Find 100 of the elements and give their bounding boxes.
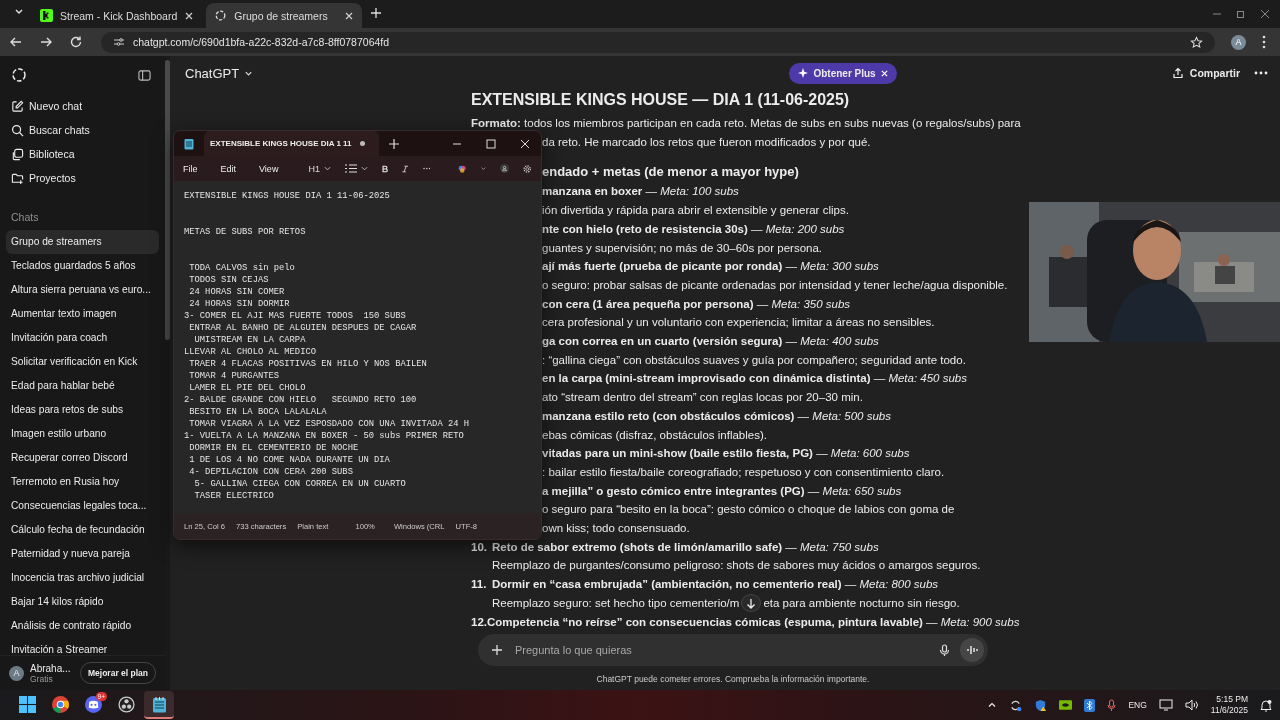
chat-history-item[interactable]: Recuperar correo Discord (6, 446, 159, 470)
chevron-up-icon[interactable] (987, 700, 998, 710)
microphone-icon[interactable] (939, 643, 950, 657)
notification-bell-icon[interactable] (1260, 698, 1272, 712)
chevron-down-icon (360, 165, 368, 172)
sidebar-menu-item[interactable]: Buscar chats (0, 118, 165, 142)
model-selector[interactable]: ChatGPT (185, 65, 254, 81)
restore-icon[interactable] (1236, 9, 1246, 19)
chat-history-item[interactable]: Terremoto en Rusia hoy (6, 470, 159, 494)
close-icon[interactable] (184, 10, 195, 21)
chatgpt-logo-icon[interactable] (11, 67, 27, 83)
user-avatar[interactable]: A (9, 665, 24, 681)
bold-icon[interactable] (381, 163, 389, 174)
get-plus-button[interactable]: Obtener Plus (789, 62, 897, 84)
site-settings-icon[interactable] (113, 36, 125, 48)
menu-item[interactable]: File (183, 163, 198, 174)
menu-item[interactable]: View (259, 163, 279, 174)
answer-text: : bailar estilo fiesta/baile coreografiado; respetuoso y con consentimiento claro. (542, 464, 945, 480)
arrow-down-icon (746, 597, 757, 609)
share-button[interactable]: Compartir (1171, 67, 1240, 79)
browser-tab[interactable]: Stream - Kick Dashboard (32, 3, 203, 28)
sidebar-menu-item[interactable]: Nuevo chat (0, 94, 165, 118)
chat-history-item[interactable]: Consecuencias legales toca... (6, 494, 159, 518)
sidebar-menu-item[interactable]: Proyectos (0, 166, 165, 190)
chat-history-item[interactable]: Edad para hablar bebé (6, 374, 159, 398)
more-icon[interactable] (1262, 35, 1266, 49)
windows-logo-icon (18, 695, 36, 713)
answer-text: Reto de sabor extremo (shots de limón/amarillo safe) — Meta: 750 subs (492, 539, 879, 555)
chat-history-item[interactable]: Análisis de contrato rápido (6, 614, 159, 638)
menu-item[interactable]: Edit (220, 163, 237, 174)
list-dropdown[interactable] (344, 164, 368, 173)
heading-dropdown[interactable]: H1 (308, 163, 331, 174)
answer-text: manzana estilo reto (con obstáculos cómicos) — Meta: 500 subs (542, 408, 891, 424)
chat-history-item[interactable]: Teclados guardados 5 años (6, 254, 159, 278)
language-indicator[interactable]: ENG (1128, 700, 1147, 710)
document-tab[interactable]: EXTENSIBLE KINGS HOUSE DIA 1 11 (204, 131, 379, 156)
sidebar-toggle-icon[interactable] (138, 68, 151, 82)
new-tab-icon[interactable] (370, 7, 383, 19)
close-icon[interactable] (344, 10, 355, 21)
chevron-down-icon (323, 165, 331, 172)
scroll-down-button[interactable] (741, 594, 762, 613)
sync-icon[interactable] (1009, 698, 1023, 712)
chat-history-item[interactable]: Invitación a Streamer (6, 638, 159, 655)
answer-heading: endado + metas (de menor a mayor hype) (542, 163, 799, 182)
list-number: 12. (471, 614, 487, 630)
search-icon (11, 123, 24, 137)
plus-icon[interactable] (491, 644, 503, 656)
taskbar-app[interactable] (144, 691, 174, 719)
chat-history-item[interactable]: Bajar 14 kilos rápido (6, 590, 159, 614)
bookmark-star-icon[interactable] (1190, 35, 1203, 49)
answer-text: con cera (1 área pequeña por persona) — Meta: 350 subs (542, 296, 851, 312)
browser-tab[interactable]: Grupo de streamers (206, 3, 363, 28)
message-field[interactable]: Pregunta lo que quieras (478, 634, 988, 666)
chat-history-item[interactable]: Imagen estilo urbano (6, 422, 159, 446)
chat-history-item[interactable]: Cálculo fecha de fecundación (6, 518, 159, 542)
microphone-icon[interactable] (1107, 698, 1117, 712)
new-tab-icon[interactable] (388, 138, 399, 149)
back-icon[interactable] (9, 35, 23, 49)
more-icon[interactable] (1254, 71, 1268, 75)
chat-history-item[interactable]: Altura sierra peruana vs euro... (6, 278, 159, 302)
chat-history-item[interactable]: Invitación para coach (6, 326, 159, 350)
address-bar[interactable]: chatgpt.com/c/690d1bfa-a22c-832d-a7c8-8ff0787064fd (101, 31, 1215, 53)
bluetooth-icon[interactable] (1084, 698, 1096, 712)
answer-text: Reemplazo seguro: set hecho tipo cementerio/m (492, 595, 740, 611)
chat-history-item[interactable]: Inocencia tras archivo judicial (6, 566, 159, 590)
answer-text: : “gallina ciega” con obstáculos suaves y guía por compañero; seguridad ante todo. (542, 352, 966, 368)
answer-text: ga con correa en un cuarto (versión segura) — Meta: 400 subs (542, 334, 879, 350)
maximize-icon[interactable] (486, 138, 496, 149)
shield-warning-icon[interactable] (1034, 698, 1048, 712)
section-title: Chats (10, 210, 40, 225)
upgrade-button[interactable]: Mejorar el plan (80, 662, 156, 684)
answer-text: a mejilla” o gesto cómico entre integrantes (PG) — Meta: 650 subs (542, 483, 902, 499)
sidebar-menu-item[interactable]: Biblioteca (0, 142, 165, 166)
reload-icon[interactable] (69, 35, 83, 49)
voice-mode-button[interactable] (960, 638, 984, 662)
message-input[interactable]: Pregunta lo que quieras (513, 643, 929, 657)
answer-text: nte con hielo (reto de resistencia 30s) — Meta: 200 subs (542, 221, 845, 237)
account-icon[interactable] (499, 162, 509, 175)
clock-date[interactable]: 11/6/2025 (1210, 705, 1248, 716)
chevron-down-icon[interactable] (480, 165, 486, 172)
answer-text: guantes y supervisión; no más de 30–60s por persona. (542, 240, 822, 256)
answer-text: eta para ambiente nocturno sin riesgo. (763, 595, 960, 611)
document-text[interactable]: EXTENSIBLE KINGS HOUSE DIA 1 11-06-2025 METAS DE SUBS POR RETOS TODA CALVOS sin pelo TODOS SIN CEJAS 24 HORAS SIN COMER 24 HORAS SIN DORMIR 3- COMER EL AJI MAS FUERTE TODOS 150 SUBS ENTRAR AL BANHO DE ALGUIEN DESPUES DE CAGAR UMISTREAM EN LA CARPA LLEVAR AL CHOLO AL MEDICO TRAER 4 FLACAS POSITIVAS EN HILO Y NOS BAILEN TOMAR 4 PURGANTES LAMER EL PIE DEL CHOLO 2- BALDE GRANDE CON HIELO SEGUNDO RETO 100 BESITO EN LA BOCA LALALALA TOMAR VIAGRA A LA VEZ ESPOSDADO CON UNA INVITADA 24 H 1- VUELTA A LA MANZANA EN BOXER - 50 subs PRIMER RETO DORMIR EN EL CEMENTERIO DE NOCHE 1 DE LOS 4 NO COME NADA DURANTE UN DIA 4- DEPILACION CON CERA 200 SUBS 5- GALLINA CIEGA CON CORREA EN UN CUARTO TASER ELECTRICO (174, 181, 480, 511)
answer-text: own kiss; todo consensuado. (542, 521, 690, 537)
chat-history-item[interactable]: Aumentar texto imagen (6, 302, 159, 326)
answer-text: manzana en boxer — Meta: 100 subs (542, 184, 739, 200)
answer-title: EXTENSIBLE KINGS HOUSE — DIA 1 (11-06-2025) (471, 90, 851, 110)
chat-history-item[interactable]: Solicitar verificación en Kick (6, 350, 159, 374)
forward-icon[interactable] (39, 35, 53, 49)
answer-text: ají más fuerte (prueba de picante por ronda) — Meta: 300 subs (542, 259, 879, 275)
chat-history-item[interactable]: Grupo de streamers (6, 230, 159, 254)
chat-history-item[interactable]: Ideas para retos de subs (6, 398, 159, 422)
italic-icon[interactable] (402, 163, 409, 174)
volume-icon[interactable] (1184, 699, 1199, 711)
network-icon[interactable] (1158, 699, 1173, 711)
nvidia-icon[interactable] (1059, 700, 1073, 710)
chat-history-item[interactable]: Paternidad y nueva pareja (6, 542, 159, 566)
clock-time[interactable]: 5:15 PM (1216, 694, 1248, 705)
list-number: 10. (471, 539, 488, 555)
more-icon[interactable] (422, 167, 431, 170)
